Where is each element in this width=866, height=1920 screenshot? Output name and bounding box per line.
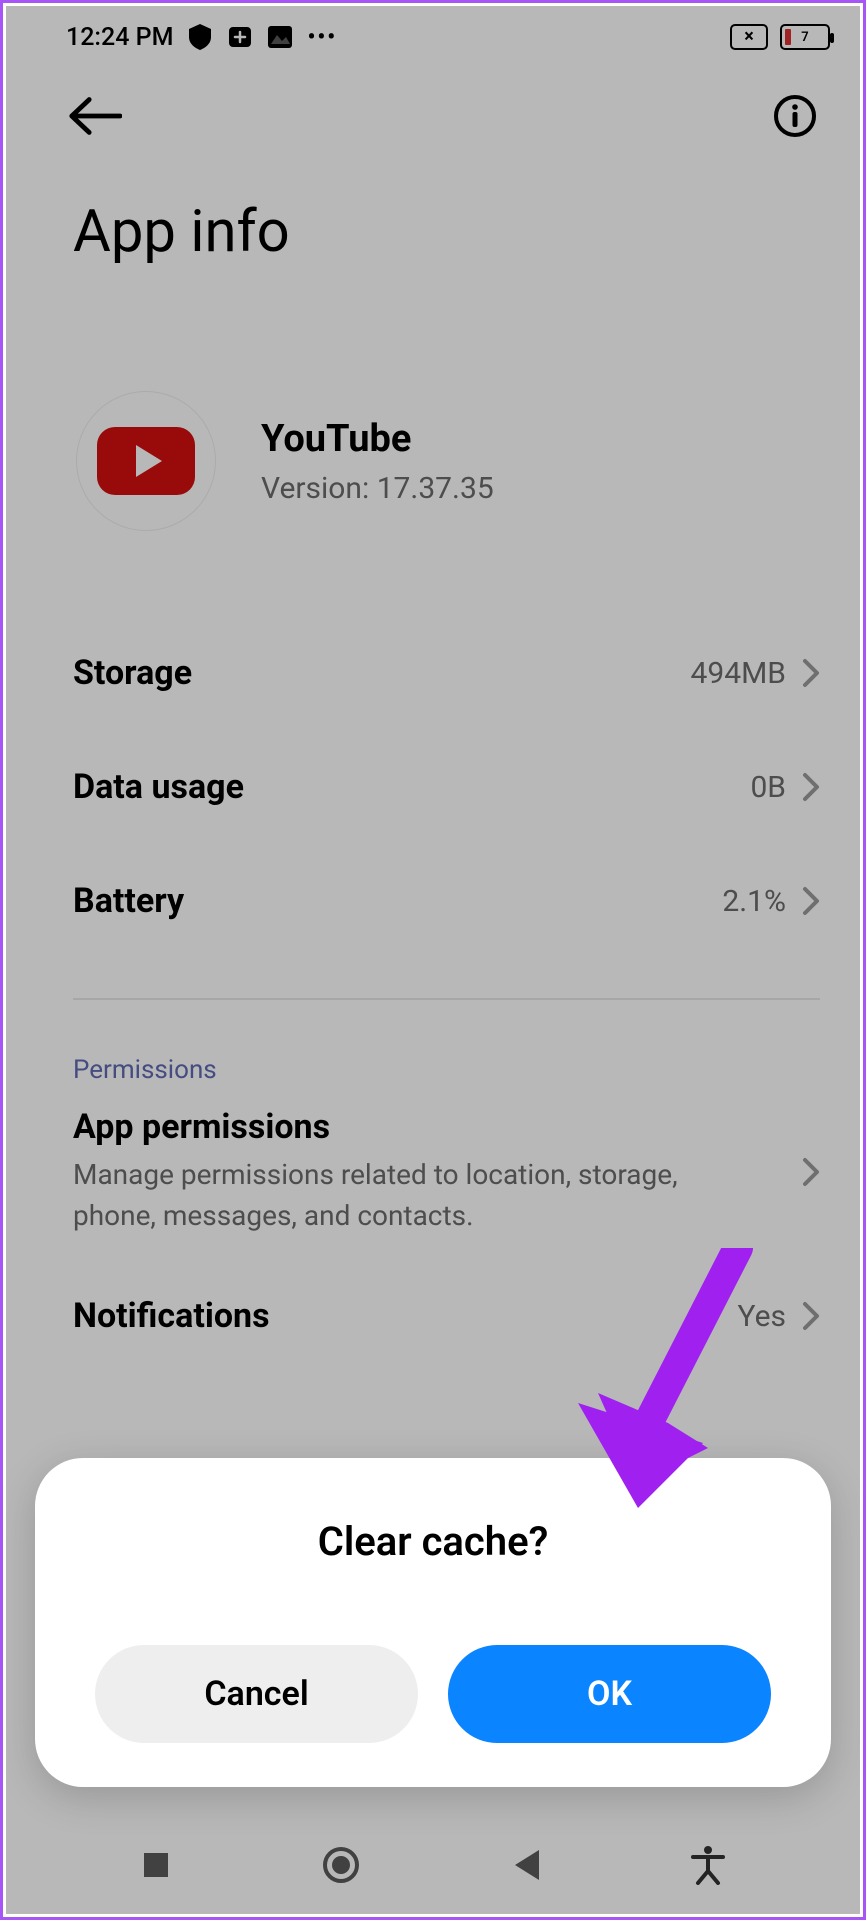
clear-cache-dialog: Clear cache? Cancel OK [35, 1458, 831, 1787]
ok-button[interactable]: OK [448, 1645, 771, 1743]
cancel-button[interactable]: Cancel [95, 1645, 418, 1743]
dialog-title: Clear cache? [75, 1518, 791, 1565]
